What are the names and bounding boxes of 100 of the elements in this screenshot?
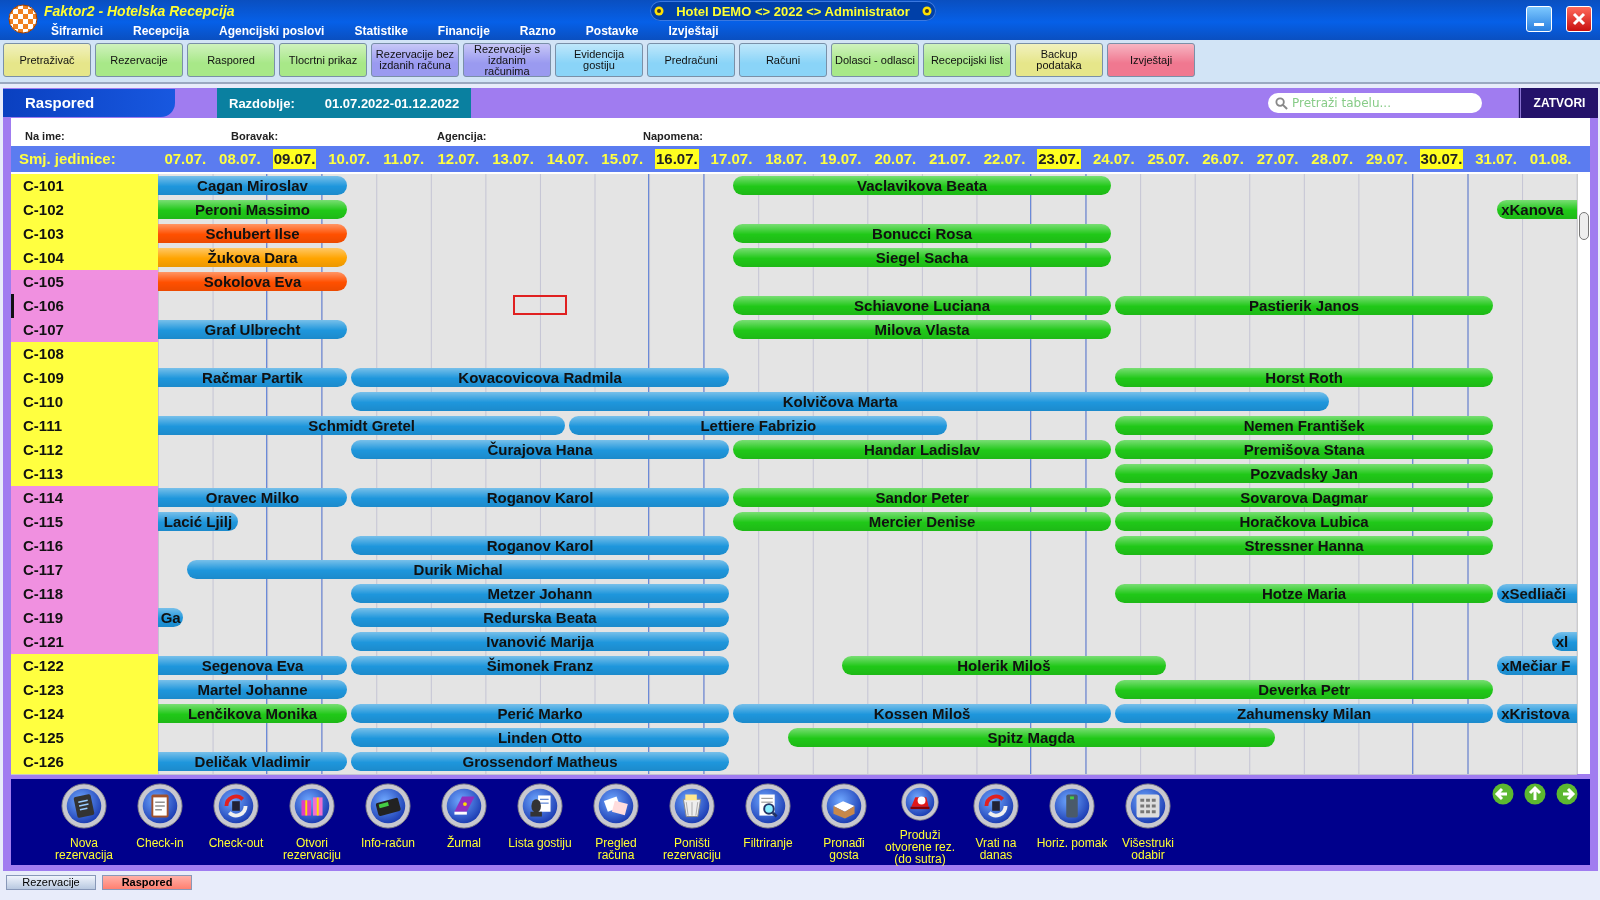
booking-bar[interactable]: Lacić Ljilj xyxy=(158,512,238,531)
booking-bar[interactable]: Peroni Massimo xyxy=(158,200,347,219)
minimize-button[interactable] xyxy=(1526,6,1552,32)
booking-bar[interactable]: Siegel Sacha xyxy=(733,248,1112,267)
toolbar-button[interactable]: Rezervacije xyxy=(95,43,183,77)
toolbar-button[interactable]: Evidencija gostiju xyxy=(555,43,643,77)
booking-bar[interactable]: Sokolova Eva xyxy=(158,272,347,291)
booking-bar[interactable]: Mercier Denise xyxy=(733,512,1112,531)
room-cell[interactable]: C-109 xyxy=(11,366,158,391)
booking-bar[interactable]: xKanova xyxy=(1497,200,1577,219)
action-button[interactable]: Vrati na danas xyxy=(958,779,1034,865)
toolbar-button[interactable]: Dolasci - odlasci xyxy=(831,43,919,77)
room-cell[interactable]: C-108 xyxy=(11,342,158,367)
booking-bar[interactable]: Schiavone Luciana xyxy=(733,296,1112,315)
room-cell[interactable]: C-122 xyxy=(11,654,158,679)
booking-bar[interactable]: Redurska Beata xyxy=(351,608,730,627)
action-button[interactable]: Info-račun xyxy=(350,779,426,865)
booking-bar[interactable]: Handar Ladislav xyxy=(733,440,1112,459)
booking-bar[interactable]: Cagan Miroslav xyxy=(158,176,347,195)
booking-bar[interactable]: Šimonek Franz xyxy=(351,656,730,675)
room-cell[interactable]: C-118 xyxy=(11,582,158,607)
menu-item[interactable]: Razno xyxy=(519,24,556,38)
menu-item[interactable]: Postavke xyxy=(585,24,639,38)
booking-bar[interactable]: Linden Otto xyxy=(351,728,730,747)
booking-bar[interactable]: Račmar Partik xyxy=(158,368,347,387)
menu-item[interactable]: Statistike xyxy=(354,24,408,38)
action-button[interactable]: Žurnal xyxy=(426,779,502,865)
booking-bar[interactable]: Durik Michal xyxy=(187,560,730,579)
booking-bar[interactable]: Lettiere Fabrizio xyxy=(569,416,948,435)
close-panel-button[interactable]: ZATVORI xyxy=(1518,88,1598,118)
menu-item[interactable]: Izvještaji xyxy=(668,24,719,38)
booking-bar[interactable]: xKristova xyxy=(1497,704,1577,723)
room-cell[interactable]: C-110 xyxy=(11,390,158,415)
booking-bar[interactable]: Kovacovicova Radmila xyxy=(351,368,730,387)
room-cell[interactable]: C-101 xyxy=(11,174,158,199)
action-button[interactable]: Pregled računa xyxy=(578,779,654,865)
booking-bar[interactable]: Stressner Hanna xyxy=(1115,536,1494,555)
toolbar-button[interactable]: Recepcijski list xyxy=(923,43,1011,77)
booking-bar[interactable]: Martel Johanne xyxy=(158,680,347,699)
tab[interactable]: Raspored xyxy=(102,875,192,890)
menu-item[interactable]: Šifrarnici xyxy=(51,24,104,38)
booking-bar[interactable]: Hotze Maria xyxy=(1115,584,1494,603)
action-button[interactable]: Lista gostiju xyxy=(502,779,578,865)
action-button[interactable]: Filtriranje xyxy=(730,779,806,865)
action-button[interactable]: Check-in xyxy=(122,779,198,865)
booking-bar[interactable]: Roganov Karol xyxy=(351,536,730,555)
action-button[interactable]: Višestruki odabir xyxy=(1110,779,1186,865)
booking-bar[interactable]: Spitz Magda xyxy=(787,728,1275,747)
toolbar-button[interactable]: Pretraživač xyxy=(3,43,91,77)
action-button[interactable]: Otvori rezervaciju xyxy=(274,779,350,865)
selected-cell[interactable] xyxy=(512,295,568,315)
toolbar-button[interactable]: Backup podataka xyxy=(1015,43,1103,77)
booking-bar[interactable]: Ga xyxy=(158,608,184,627)
room-cell[interactable]: C-119 xyxy=(11,606,158,631)
scroll-thumb[interactable] xyxy=(1579,212,1589,240)
room-cell[interactable]: C-116 xyxy=(11,534,158,559)
booking-bar[interactable]: xl xyxy=(1551,632,1577,651)
room-cell[interactable]: C-107 xyxy=(11,318,158,343)
menu-item[interactable]: Financije xyxy=(437,24,490,38)
booking-bar[interactable]: Milova Vlasta xyxy=(733,320,1112,339)
booking-bar[interactable]: Schmidt Gretel xyxy=(158,416,566,435)
booking-bar[interactable]: Čurajova Hana xyxy=(351,440,730,459)
room-cell[interactable]: C-117 xyxy=(11,558,158,583)
booking-bar[interactable]: Kolvičova Marta xyxy=(351,392,1330,411)
room-cell[interactable]: C-113 xyxy=(11,462,158,487)
up-button[interactable] xyxy=(1524,783,1546,805)
booking-bar[interactable]: Pastierik Janos xyxy=(1115,296,1494,315)
toolbar-button[interactable]: Predračuni xyxy=(647,43,735,77)
action-button[interactable]: Pronađi gosta xyxy=(806,779,882,865)
room-cell[interactable]: C-105 xyxy=(11,270,158,295)
booking-bar[interactable]: Deličak Vladimir xyxy=(158,752,347,771)
room-cell[interactable]: C-111 xyxy=(11,414,158,439)
close-button[interactable] xyxy=(1566,6,1592,32)
booking-bar[interactable]: xMečiar F xyxy=(1497,656,1577,675)
booking-bar[interactable]: Oravec Milko xyxy=(158,488,347,507)
scrollbar[interactable] xyxy=(1577,174,1590,774)
search-field[interactable]: Pretraži tabelu... xyxy=(1268,93,1482,113)
booking-bar[interactable]: Holerik Miloš xyxy=(842,656,1166,675)
booking-bar[interactable]: Horst Roth xyxy=(1115,368,1494,387)
booking-bar[interactable]: Perić Marko xyxy=(351,704,730,723)
booking-bar[interactable]: xSedliači xyxy=(1497,584,1577,603)
tab[interactable]: Rezervacije xyxy=(6,875,96,890)
toolbar-button[interactable]: Računi xyxy=(739,43,827,77)
room-cell[interactable]: C-123 xyxy=(11,678,158,703)
toolbar-button[interactable]: Rezervacije bez izdanih računa xyxy=(371,43,459,77)
menu-item[interactable]: Recepcija xyxy=(133,24,190,38)
room-cell[interactable]: C-121 xyxy=(11,630,158,655)
action-button[interactable]: Nova rezervacija xyxy=(46,779,122,865)
booking-bar[interactable]: Premišova Stana xyxy=(1115,440,1494,459)
booking-bar[interactable]: Zahumensky Milan xyxy=(1115,704,1494,723)
room-cell[interactable]: C-104 xyxy=(11,246,158,271)
booking-bar[interactable]: Ivanović Marija xyxy=(351,632,730,651)
room-cell[interactable]: C-112 xyxy=(11,438,158,463)
booking-bar[interactable]: Nemen František xyxy=(1115,416,1494,435)
action-button[interactable]: Check-out xyxy=(198,779,274,865)
booking-bar[interactable]: Sovarova Dagmar xyxy=(1115,488,1494,507)
booking-bar[interactable]: Deverka Petr xyxy=(1115,680,1494,699)
booking-bar[interactable]: Pozvadsky Jan xyxy=(1115,464,1494,483)
booking-bar[interactable]: Grossendorf Matheus xyxy=(351,752,730,771)
booking-bar[interactable]: Lenčikova Monika xyxy=(158,704,347,723)
